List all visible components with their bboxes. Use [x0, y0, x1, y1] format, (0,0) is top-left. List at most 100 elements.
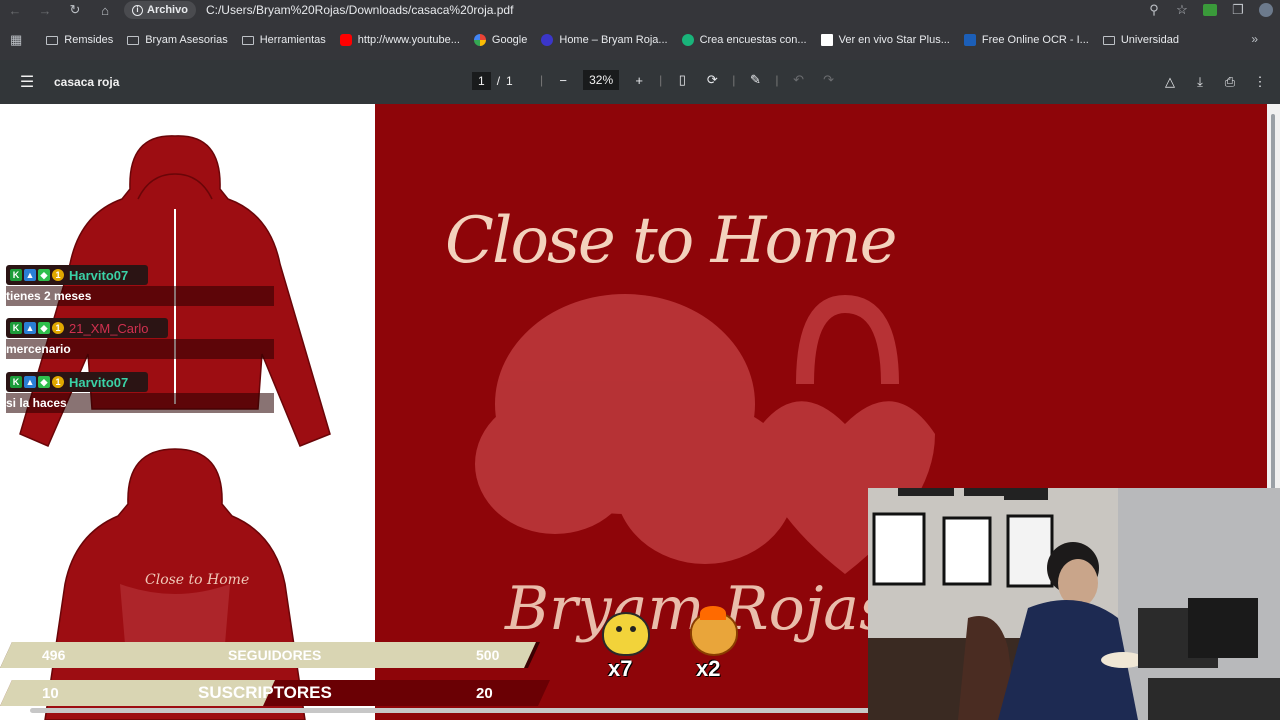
followers-goal: 500 — [476, 647, 500, 663]
zoom-input[interactable]: 32% — [583, 70, 620, 90]
chat-header: K ▲ ◆ 1 21_XM_Carlo — [6, 318, 168, 338]
rotate-icon[interactable]: ⟳ — [702, 70, 722, 90]
bookmark-item[interactable]: Free Online OCR - I... — [963, 34, 1089, 46]
chat-message: K ▲ ◆ 1 21_XM_Carlo mercenario — [6, 318, 274, 359]
k-badge-icon: K — [10, 376, 22, 388]
back-print-text: Close to Home — [145, 572, 249, 588]
download-icon[interactable]: ⤓ — [1190, 72, 1210, 92]
youtube-icon — [339, 34, 352, 46]
zoom-out-icon[interactable]: − — [553, 70, 573, 90]
browser-toolbar: ← → ↻ ⌂ i Archivo C:/Users/Bryam%20Rojas… — [0, 0, 1280, 20]
site-info-chip[interactable]: i Archivo — [124, 1, 196, 19]
webcam-video-feed — [868, 488, 1280, 720]
toolbar-spacer — [0, 20, 1280, 28]
back-icon[interactable]: ← — [0, 0, 30, 20]
address-bar[interactable]: i Archivo C:/Users/Bryam%20Rojas/Downloa… — [124, 1, 1124, 19]
annotate-pen-icon[interactable]: ✎ — [745, 70, 765, 90]
drive-save-icon[interactable]: △ — [1160, 72, 1180, 92]
undo-icon[interactable]: ↶ — [789, 70, 809, 90]
folder-icon — [1102, 35, 1115, 45]
bookmark-label: Herramientas — [259, 34, 326, 46]
chat-text: mercenario — [6, 339, 274, 359]
k-badge-icon: K — [10, 269, 22, 281]
emote-count: x7 — [608, 656, 633, 681]
bookmark-item[interactable]: Universidad — [1102, 34, 1179, 46]
prime-badge-icon: ▲ — [24, 269, 36, 281]
info-icon: i — [132, 4, 143, 16]
bookmark-item[interactable]: Crea encuestas con... — [681, 34, 807, 46]
zoom-controls: | − 32% + | ▯ ⟳ | ✎ | ↶ ↷ — [540, 70, 839, 90]
search-icon[interactable]: ⚲ — [1140, 0, 1168, 20]
subscribers-goal-bar: 10 SUSCRIPTORES 20 — [0, 680, 550, 706]
profile-avatar-icon[interactable] — [1252, 0, 1280, 20]
url-text[interactable]: C:/Users/Bryam%20Rojas/Downloads/casaca%… — [206, 3, 513, 17]
chat-header: K ▲ ◆ 1 Harvito07 — [6, 265, 148, 285]
bookmark-item[interactable]: Ver en vivo Star Plus... — [820, 34, 950, 46]
print-icon[interactable]: ⎙ — [1220, 72, 1240, 92]
coin-badge-icon: 1 — [52, 269, 64, 281]
chat-text: tienes 2 meses — [6, 286, 274, 306]
site-icon — [541, 34, 554, 46]
chat-message: K ▲ ◆ 1 Harvito07 tienes 2 meses — [6, 265, 274, 306]
bookmarks-bar: ▦ Remsides Bryam Asesorias Herramientas … — [0, 28, 1280, 52]
chat-username: Harvito07 — [69, 374, 129, 390]
bookmark-item[interactable]: Bryam Asesorias — [127, 34, 228, 46]
chat-header: K ▲ ◆ 1 Harvito07 — [6, 372, 148, 392]
page-number-input[interactable]: 1 — [472, 72, 491, 90]
k-badge-icon: K — [10, 322, 22, 334]
page-total: 1 — [506, 74, 513, 88]
survey-icon — [681, 34, 694, 46]
coin-badge-icon: 1 — [52, 376, 64, 388]
bookmark-label: Remsides — [64, 34, 114, 46]
star-icon[interactable]: ☆ — [1168, 0, 1196, 20]
diamond-badge-icon: ◆ — [38, 322, 50, 334]
extension-green-icon[interactable] — [1196, 0, 1224, 20]
bookmark-item[interactable]: Google — [473, 34, 528, 46]
bookmark-item[interactable]: Home – Bryam Roja... — [541, 34, 668, 46]
zoom-in-icon[interactable]: + — [629, 70, 649, 90]
divider: | — [732, 73, 736, 87]
bookmark-label: Free Online OCR - I... — [981, 34, 1089, 46]
bookmark-item[interactable]: Remsides — [46, 34, 113, 46]
diamond-badge-icon: ◆ — [38, 269, 50, 281]
site-info-label: Archivo — [147, 4, 188, 16]
chat-username: Harvito07 — [69, 267, 129, 283]
home-icon[interactable]: ⌂ — [90, 0, 120, 20]
apps-grid-icon[interactable]: ▦ — [10, 32, 22, 48]
screen: ← → ↻ ⌂ i Archivo C:/Users/Bryam%20Rojas… — [0, 0, 1280, 720]
subscribers-current: 10 — [42, 684, 59, 702]
prime-badge-icon: ▲ — [24, 376, 36, 388]
more-bookmarks-chevron-icon[interactable]: » — [1251, 32, 1258, 46]
duck-emote-icon: x7 — [598, 612, 654, 682]
prime-badge-icon: ▲ — [24, 322, 36, 334]
bookmark-label: Ver en vivo Star Plus... — [838, 34, 950, 46]
followers-current: 496 — [42, 647, 66, 663]
bookmark-label: Crea encuestas con... — [699, 34, 807, 46]
redo-icon[interactable]: ↷ — [819, 70, 839, 90]
extensions-puzzle-icon[interactable]: ❐ — [1224, 0, 1252, 20]
divider: | — [659, 73, 663, 87]
chat-text: si la haces — [6, 393, 274, 413]
page-icon — [820, 34, 833, 46]
coin-badge-icon: 1 — [52, 322, 64, 334]
pdf-toolbar: ☰ casaca roja 1 / 1 | − 32% + | ▯ ⟳ | ✎ … — [0, 60, 1280, 104]
subscribers-label: SUSCRIPTORES — [198, 683, 332, 702]
menu-icon[interactable]: ☰ — [0, 72, 54, 92]
fit-page-icon[interactable]: ▯ — [672, 70, 692, 90]
google-icon — [473, 34, 486, 46]
page-separator: / — [496, 74, 501, 88]
folder-icon — [241, 35, 254, 45]
forward-icon[interactable]: → — [30, 0, 60, 20]
more-options-icon[interactable]: ⋮ — [1250, 72, 1270, 92]
divider: | — [540, 73, 544, 87]
webcam-overlay — [868, 488, 1280, 720]
fire-dog-emote-icon: x2 — [686, 606, 742, 682]
bookmark-label: Google — [491, 34, 528, 46]
bookmark-item[interactable]: Herramientas — [241, 34, 326, 46]
page-indicator: 1 / 1 — [472, 72, 513, 90]
bookmark-label: http://www.youtube... — [357, 34, 460, 46]
divider: | — [775, 73, 779, 87]
reload-icon[interactable]: ↻ — [60, 0, 90, 20]
bookmark-item[interactable]: http://www.youtube... — [339, 34, 460, 46]
script-title: Close to Home — [445, 204, 898, 278]
